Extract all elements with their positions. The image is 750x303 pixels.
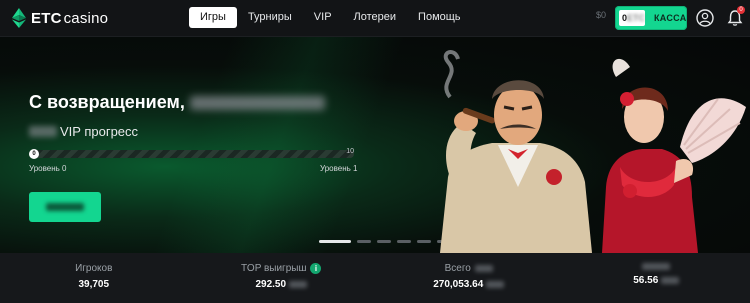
cash-amount: 0ETC xyxy=(619,10,645,26)
stat-total: Всего 270,053.64 xyxy=(375,253,563,303)
stat-value-row: 270,053.64 xyxy=(375,279,563,290)
stats-bar: Игроков 39,705 TOP выигрыш i 292.50 Всег… xyxy=(0,253,750,303)
stat-label: Всего xyxy=(444,263,471,274)
nav-item-lotteries[interactable]: Лотереи xyxy=(343,7,408,28)
stat-label: TOP выигрыш xyxy=(241,263,307,274)
label-redacted xyxy=(642,263,671,270)
logo[interactable]: ETC casino xyxy=(12,8,108,28)
username-redacted xyxy=(189,96,325,111)
vip-progress-title: VIP прогресс xyxy=(29,124,138,139)
stat-players: Игроков 39,705 xyxy=(0,253,188,303)
stat-value: 292.50 xyxy=(255,279,287,290)
cta-label-redacted xyxy=(46,203,84,211)
stat-label: Игроков xyxy=(75,263,113,274)
vip-progress-bar: 0 10 xyxy=(29,148,354,159)
notification-badge: 0 xyxy=(737,6,745,14)
hero-cta-button[interactable] xyxy=(29,192,101,222)
progress-end-value: 10 xyxy=(346,148,354,155)
current-level-label: Уровень 0 xyxy=(29,164,67,173)
vip-level-redacted xyxy=(29,126,57,137)
stat-etc-price: 56.56 xyxy=(563,253,750,303)
stat-value: 39,705 xyxy=(78,279,110,290)
stat-value: 270,053.64 xyxy=(433,279,484,290)
nav-item-games[interactable]: Игры xyxy=(189,7,237,28)
info-icon[interactable]: i xyxy=(310,263,322,274)
next-level-label: Уровень 1 xyxy=(320,164,358,173)
stat-label-row: TOP выигрыш i xyxy=(188,263,376,274)
top-header: ETC casino Игры Турниры VIP Лотереи Помощ… xyxy=(0,0,750,37)
balance-display[interactable]: $0 xyxy=(596,10,606,20)
progress-start-badge: 0 xyxy=(29,149,39,159)
label-redacted xyxy=(474,265,493,272)
cashier-button[interactable]: 0ETC КАССА xyxy=(615,6,687,30)
hero-characters-illustration xyxy=(440,50,746,253)
cashier-label: КАССА xyxy=(654,13,687,23)
currency-redacted xyxy=(289,281,308,288)
stat-value-row: 56.56 xyxy=(563,275,750,286)
carousel-dot[interactable] xyxy=(377,240,391,243)
stat-label-row xyxy=(563,263,750,270)
nav-item-vip[interactable]: VIP xyxy=(303,7,343,28)
hero-banner: С возвращением, VIP прогресс 0 10 Уровен… xyxy=(0,37,750,253)
carousel-dot[interactable] xyxy=(319,240,351,243)
stat-value-row: 292.50 xyxy=(188,279,376,290)
stat-value: 56.56 xyxy=(633,275,659,286)
nav-item-help[interactable]: Помощь xyxy=(407,7,472,28)
currency-redacted xyxy=(661,277,680,284)
stat-top-win: TOP выигрыш i 292.50 xyxy=(188,253,376,303)
carousel-dot[interactable] xyxy=(397,240,411,243)
carousel-dot[interactable] xyxy=(357,240,371,243)
logo-text: ETC casino xyxy=(31,9,109,27)
ethereum-classic-logo-icon xyxy=(12,8,26,28)
stat-label-row: Всего xyxy=(375,263,563,274)
user-account-icon[interactable] xyxy=(696,9,714,27)
welcome-heading: С возвращением, xyxy=(29,92,325,113)
main-nav: Игры Турниры VIP Лотереи Помощь xyxy=(189,7,472,28)
currency-redacted xyxy=(486,281,505,288)
nav-item-tournaments[interactable]: Турниры xyxy=(237,7,303,28)
carousel-dot[interactable] xyxy=(417,240,431,243)
